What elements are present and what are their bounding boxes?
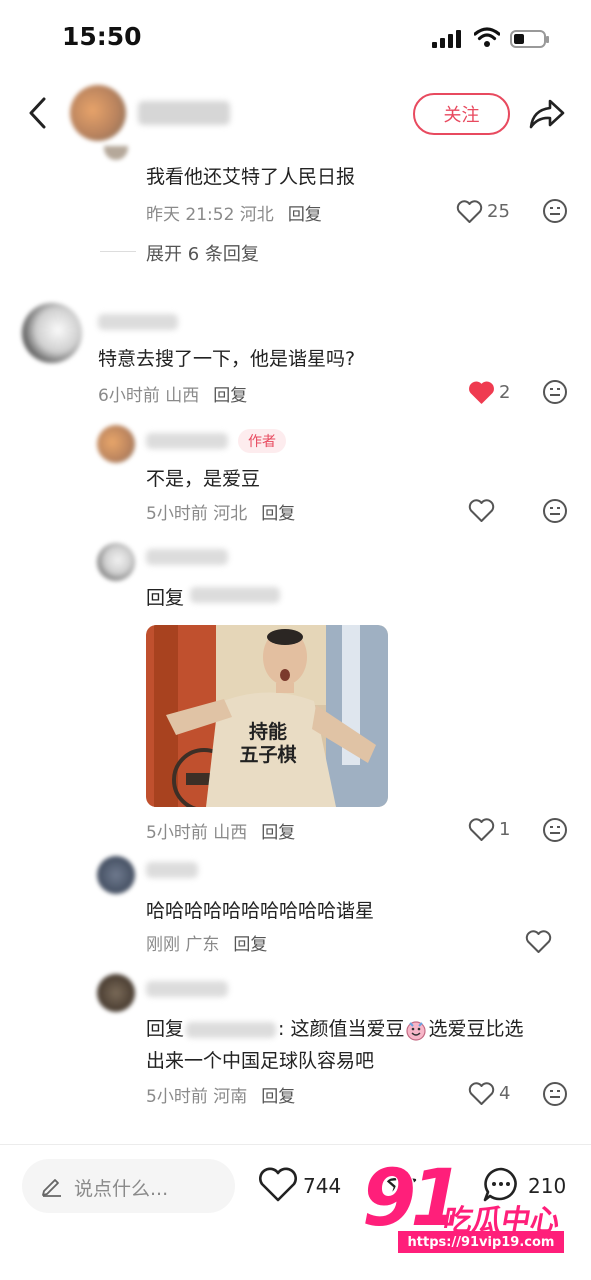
reply-button[interactable]: 回复: [233, 935, 267, 955]
emoji-icon[interactable]: [542, 498, 568, 524]
reply-button[interactable]: 回复: [261, 823, 295, 843]
like-heart-icon[interactable]: [258, 1167, 298, 1203]
status-time: 15:50: [62, 22, 142, 51]
share-icon[interactable]: [528, 96, 566, 132]
wifi-icon: [474, 27, 500, 47]
signal-icon: [432, 30, 464, 48]
comment-text-line2: 出来一个中国足球队容易吧: [146, 1050, 375, 1072]
emoji-icon[interactable]: [542, 817, 568, 843]
author-name-blurred[interactable]: [138, 101, 230, 125]
bottom-divider: [0, 1144, 591, 1145]
reply-button[interactable]: 回复: [213, 386, 247, 406]
comment-text: 我看他还艾特了人民日报: [146, 166, 356, 188]
commenter-avatar[interactable]: [97, 543, 135, 581]
total-like-count: 744: [303, 1174, 342, 1198]
heart-icon[interactable]: [468, 1082, 495, 1106]
expand-replies-button[interactable]: 展开 6 条回复: [146, 240, 259, 266]
heart-icon[interactable]: [468, 499, 495, 523]
comment-meta: 5小时前 河北 回复: [146, 504, 296, 524]
comment-text: 回复: 这颜值当爱豆 选爱豆比选: [146, 1018, 524, 1041]
reply-button[interactable]: 回复: [288, 205, 322, 225]
commenter-name-blurred[interactable]: [98, 314, 178, 330]
heart-icon[interactable]: [456, 200, 483, 224]
pencil-icon: [42, 1179, 61, 1197]
svg-text:持能: 持能: [249, 720, 287, 743]
heart-icon[interactable]: [525, 930, 552, 954]
reply-button[interactable]: 回复: [261, 504, 295, 524]
comment-meta: 5小时前 河南 回复: [146, 1087, 296, 1107]
like-count: 4: [499, 1083, 511, 1104]
emoji-icon[interactable]: [542, 198, 568, 224]
author-avatar[interactable]: [97, 425, 135, 463]
author-badge: 作者: [238, 429, 286, 453]
commenter-avatar[interactable]: [22, 303, 82, 363]
commenter-name-blurred[interactable]: [146, 549, 228, 565]
comment-text: 哈哈哈哈哈哈哈哈哈哈谐星: [146, 900, 375, 922]
comment-meta: 6小时前 山西 回复: [98, 386, 248, 406]
comment-text: 不是，是爱豆: [146, 468, 261, 490]
commenter-avatar[interactable]: [97, 974, 135, 1012]
like-count: 1: [499, 819, 511, 840]
commenter-avatar[interactable]: [97, 856, 135, 894]
svg-text:五子棋: 五子棋: [239, 743, 296, 766]
heart-filled-icon[interactable]: [468, 381, 495, 405]
mentioned-name-blurred: [186, 1021, 277, 1038]
total-comment-count: 210: [528, 1174, 567, 1198]
like-count: 2: [499, 382, 511, 403]
back-icon[interactable]: [26, 96, 50, 130]
follow-button[interactable]: 关注: [413, 93, 510, 135]
author-name-blurred[interactable]: [146, 433, 228, 449]
commenter-name-blurred[interactable]: [146, 981, 228, 997]
heart-icon[interactable]: [468, 818, 495, 842]
battery-icon: [510, 30, 549, 48]
comment-input-placeholder[interactable]: 说点什么...: [74, 1174, 168, 1201]
avatar-cut: [104, 146, 128, 160]
laughing-emoji-icon: [406, 1020, 427, 1041]
mentioned-name-blurred: [190, 587, 280, 603]
comment-meta: 刚刚 广东 回复: [146, 935, 268, 955]
commenter-name-blurred[interactable]: [146, 862, 198, 878]
comment-meta: 5小时前 山西 回复: [146, 823, 296, 843]
emoji-icon[interactable]: [542, 379, 568, 405]
author-avatar[interactable]: [70, 85, 126, 141]
like-count: 25: [487, 201, 510, 222]
comment-image[interactable]: 持能 五子棋: [146, 625, 388, 807]
divider-line: [100, 251, 136, 252]
comment-text-prefix: 回复: [146, 587, 185, 609]
comment-text: 特意去搜了一下，他是谐星吗?: [98, 348, 356, 370]
watermark-url: https://91vip19.com: [398, 1231, 564, 1253]
comment-meta: 昨天 21:52 河北 回复: [146, 205, 322, 225]
emoji-icon[interactable]: [542, 1081, 568, 1107]
reply-button[interactable]: 回复: [261, 1087, 295, 1107]
